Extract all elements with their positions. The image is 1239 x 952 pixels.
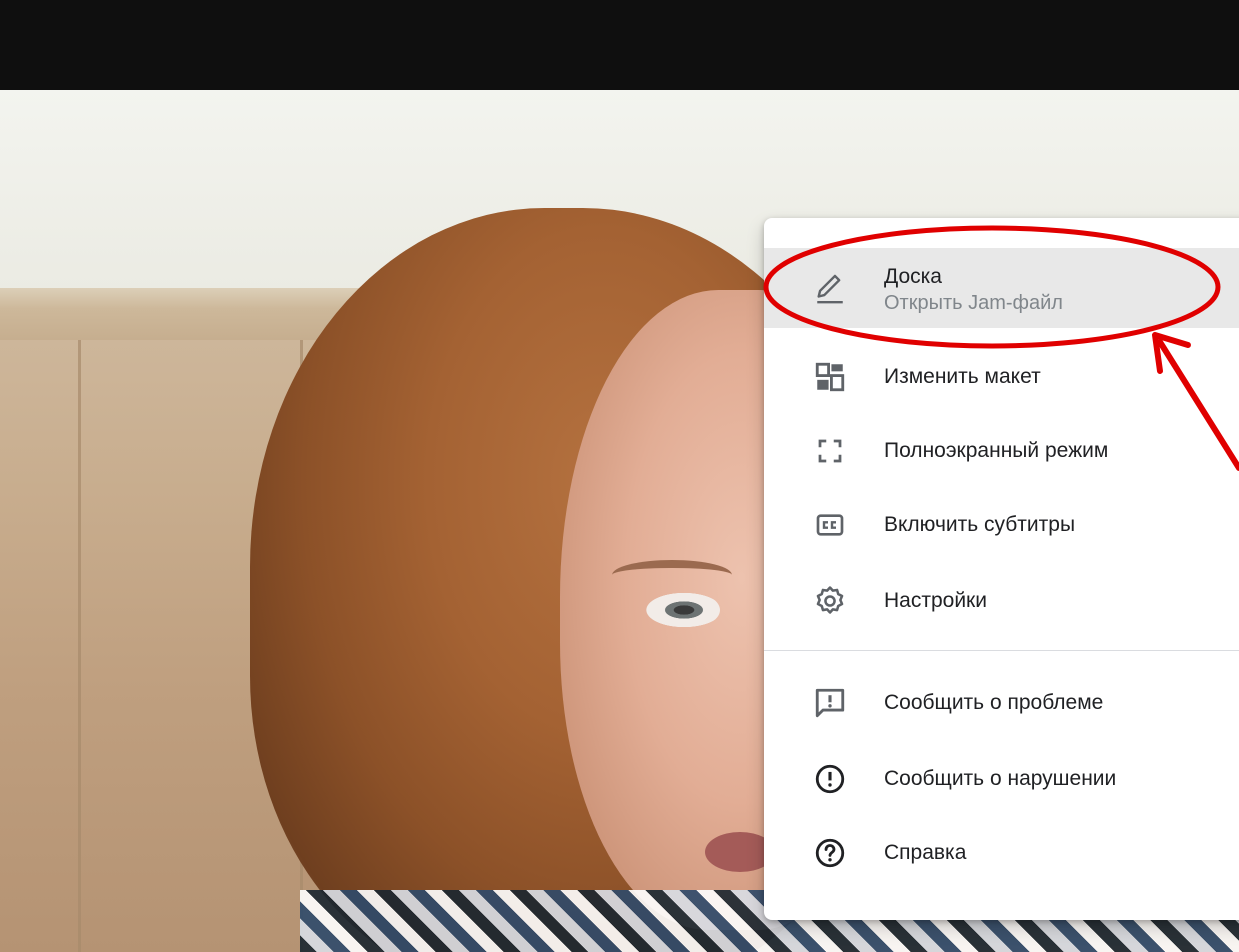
menu-item-label: Настройки <box>884 589 987 612</box>
menu-item-label: Изменить макет <box>884 365 1041 388</box>
layout-icon <box>810 357 850 397</box>
menu-item-label: Справка <box>884 841 967 864</box>
menu-item-help[interactable]: Справка <box>764 816 1239 890</box>
menu-item-label: Доска <box>884 265 942 288</box>
menu-item-label: Полноэкранный режим <box>884 439 1109 462</box>
menu-item-captions[interactable]: Включить субтитры <box>764 488 1239 562</box>
top-bar <box>0 0 1239 90</box>
menu-item-report-problem[interactable]: Сообщить о проблеме <box>764 666 1239 740</box>
menu-item-report-abuse[interactable]: Сообщить о нарушении <box>764 742 1239 816</box>
more-options-menu: Доска Открыть Jam-файл Изменить макет По… <box>764 218 1239 920</box>
video-person-brow <box>612 560 732 590</box>
menu-item-whiteboard-text: Доска Открыть Jam-файл <box>884 264 1063 316</box>
menu-item-label: Сообщить о нарушении <box>884 767 1117 790</box>
feedback-icon <box>810 683 850 723</box>
menu-item-label: Включить субтитры <box>884 513 1076 536</box>
video-person-eye <box>640 590 720 630</box>
report-abuse-icon <box>810 759 850 799</box>
menu-item-change-layout[interactable]: Изменить макет <box>764 340 1239 414</box>
menu-item-label: Сообщить о проблеме <box>884 691 1104 714</box>
closed-captions-icon <box>810 505 850 545</box>
menu-item-sublabel: Открыть Jam-файл <box>884 292 1063 314</box>
fullscreen-icon <box>810 431 850 471</box>
menu-item-whiteboard[interactable]: Доска Открыть Jam-файл <box>764 248 1239 328</box>
help-icon <box>810 833 850 873</box>
video-panel-line <box>78 340 81 952</box>
pen-icon <box>810 268 850 308</box>
menu-item-fullscreen[interactable]: Полноэкранный режим <box>764 414 1239 488</box>
gear-icon <box>810 581 850 621</box>
menu-divider <box>764 650 1239 651</box>
meet-screen: Доска Открыть Jam-файл Изменить макет По… <box>0 0 1239 952</box>
menu-item-settings[interactable]: Настройки <box>764 564 1239 638</box>
